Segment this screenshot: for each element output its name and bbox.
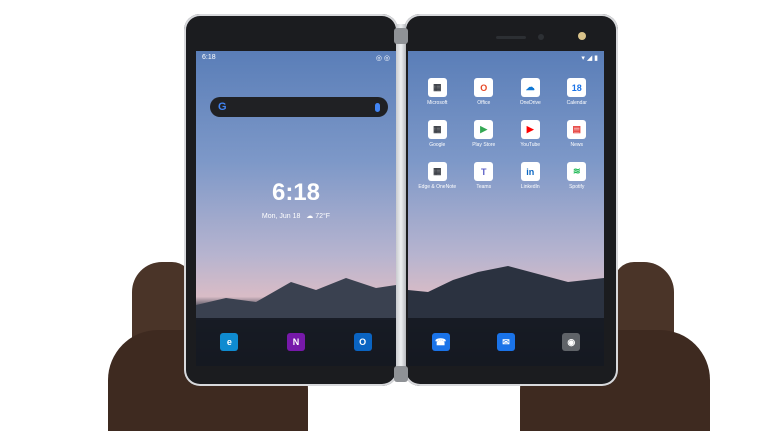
left-screen: 6:18 ◎ ◎ G 6:18 Mon, Jun 18 ☁ 72°F e N O — [196, 51, 396, 366]
weather-text: ☁ 72°F — [306, 213, 331, 220]
sensor-icon — [578, 32, 586, 40]
app-icon-google[interactable]: ▦ Google — [414, 120, 461, 148]
status-icons-left: ◎ ◎ — [375, 55, 390, 62]
hinge-top — [394, 28, 408, 44]
dock-left: eNO — [196, 318, 396, 366]
microsoft-icon: ▦ — [427, 78, 447, 97]
app-icon-play-store[interactable]: ▶ Play Store — [461, 120, 508, 148]
google-icon: ▦ — [427, 120, 447, 139]
front-camera-icon — [538, 34, 544, 40]
onenote-icon[interactable]: N — [286, 333, 305, 351]
mic-icon[interactable] — [375, 102, 380, 112]
app-icon-news[interactable]: ▤ News — [554, 120, 601, 148]
outlook-icon[interactable]: O — [353, 333, 372, 351]
app-label: OneDrive — [519, 100, 541, 106]
app-label: Play Store — [472, 142, 496, 148]
app-grid: ▦ Microsoft O Office ☁ OneDrive 18 Calendar ▦ Goo… — [414, 78, 600, 190]
news-icon: ▤ — [567, 120, 587, 139]
app-label: News — [570, 142, 583, 148]
calendar-icon: 18 — [567, 78, 587, 97]
edge-onenote-icon: ▦ — [427, 162, 447, 181]
app-icon-spotify[interactable]: ≋ Spotify — [554, 162, 601, 190]
camera-icon[interactable]: ◉ — [562, 333, 581, 351]
hinge-bottom — [394, 366, 408, 382]
linkedin-icon: in — [520, 162, 540, 181]
spotify-icon: ≋ — [567, 162, 587, 181]
office-icon: O — [474, 78, 494, 97]
date-weather: Mon, Jun 18 ☁ 72°F — [196, 212, 396, 220]
play-store-icon: ▶ — [474, 120, 494, 139]
app-label: Google — [429, 142, 446, 148]
dock-right: ☎ ✉ ◉ — [408, 318, 604, 366]
app-label: Office — [477, 100, 491, 106]
hinge — [396, 24, 406, 379]
app-label: LinkedIn — [520, 184, 540, 190]
app-label: Spotify — [569, 184, 585, 190]
app-icon-youtube[interactable]: ▶ YouTube — [507, 120, 554, 148]
status-bar-right: ▾ ◢ ▮ — [414, 54, 598, 64]
date-text: Mon, Jun 18 — [261, 213, 301, 220]
status-bar-left: 6:18 ◎ ◎ — [202, 54, 390, 64]
app-label: Calendar — [566, 100, 587, 106]
app-icon-calendar[interactable]: 18 Calendar — [554, 78, 601, 106]
google-search-bar[interactable]: G — [210, 97, 388, 117]
youtube-icon: ▶ — [520, 120, 540, 139]
teams-icon: T — [474, 162, 494, 181]
status-time: 6:18 — [202, 54, 216, 61]
clock-widget[interactable]: 6:18 — [196, 179, 396, 207]
edge-icon[interactable]: e — [220, 333, 239, 351]
mountain-wallpaper-right — [408, 266, 604, 320]
right-screen: ▾ ◢ ▮ ▦ Microsoft O Office ☁ OneDrive 18 Calend… — [408, 51, 604, 366]
dual-screen-device: 6:18 ◎ ◎ G 6:18 Mon, Jun 18 ☁ 72°F e N O ▾… — [184, 14, 618, 386]
app-icon-teams[interactable]: T Teams — [461, 162, 508, 190]
onedrive-icon: ☁ — [520, 78, 540, 97]
app-label: Edge & OneNote — [418, 184, 457, 190]
app-icon-linkedin[interactable]: in LinkedIn — [507, 162, 554, 190]
app-label: Microsoft — [427, 100, 448, 106]
app-icon-office[interactable]: O Office — [461, 78, 508, 106]
google-logo-icon: G — [218, 101, 227, 113]
phone-icon[interactable]: ☎ — [431, 333, 450, 351]
app-label: YouTube — [520, 142, 541, 148]
app-icon-onedrive[interactable]: ☁ OneDrive — [507, 78, 554, 106]
status-icons-right: ▾ ◢ ▮ — [581, 55, 598, 62]
app-icon-edge-onenote[interactable]: ▦ Edge & OneNote — [414, 162, 461, 190]
speaker — [496, 36, 526, 39]
app-label: Teams — [476, 184, 492, 190]
messages-icon[interactable]: ✉ — [496, 333, 515, 351]
mountain-wallpaper — [196, 278, 396, 320]
app-icon-microsoft[interactable]: ▦ Microsoft — [414, 78, 461, 106]
